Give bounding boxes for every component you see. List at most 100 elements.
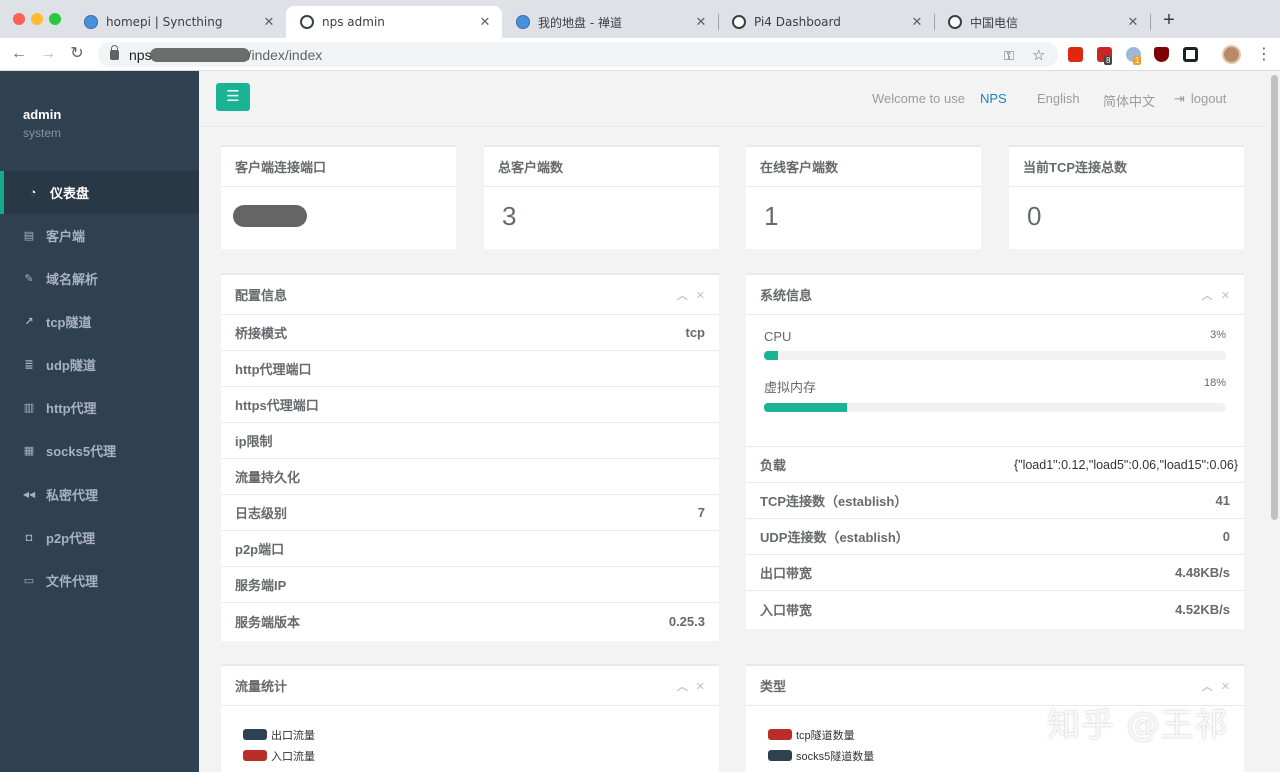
sidebar-user-name[interactable]: admin: [23, 107, 61, 122]
window-maximize-button[interactable]: [49, 13, 61, 25]
close-icon[interactable]: ✕: [1221, 290, 1230, 302]
reload-icon[interactable]: ↻: [66, 43, 88, 65]
tab-close-icon[interactable]: ✕: [262, 15, 276, 30]
row-label: 出口带宽: [760, 566, 813, 581]
legend-label: socks5隧道数量: [796, 750, 875, 763]
tab-close-icon[interactable]: ✕: [1126, 15, 1140, 30]
chevron-up-icon[interactable]: ︿: [1202, 290, 1213, 302]
nps-brand-link[interactable]: NPS: [980, 91, 1007, 106]
more-menu-icon[interactable]: ⋮: [1256, 44, 1272, 64]
browser-toolbar: ← → ↻ nps /index/index ⚿ ☆ 8 1 ⋮: [0, 38, 1280, 71]
row-label: TCP连接数（establish）: [760, 494, 908, 509]
row-label: 服务端IP: [235, 578, 287, 593]
chevron-up-icon[interactable]: ︿: [1202, 681, 1213, 693]
panel-title-text: 流量统计: [235, 679, 288, 694]
globe-icon: [732, 15, 746, 29]
stat-card-online-clients: 在线客户端数 1: [746, 145, 981, 249]
sidebar-item-label: tcp隧道: [46, 315, 92, 330]
panel-title-text: 类型: [760, 679, 787, 694]
profile-avatar[interactable]: [1222, 45, 1241, 64]
sidebar-item-label: 域名解析: [46, 272, 99, 287]
row-value: {"load1":0.12,"load5":0.06,"load15":0.06…: [1013, 457, 1238, 472]
back-arrow-icon[interactable]: ←: [8, 43, 30, 65]
sidebar-item-http-proxy[interactable]: ▥ http代理: [0, 386, 199, 429]
config-row: http代理端口: [221, 351, 719, 387]
sidebar-item-dashboard[interactable]: ◔ 仪表盘: [0, 171, 199, 214]
browser-tab-zentao[interactable]: 我的地盘 - 禅道 ✕: [502, 6, 718, 38]
extension-red-icon[interactable]: 8: [1097, 47, 1113, 65]
row-label: 入口带宽: [760, 602, 813, 618]
row-label: 桥接模式: [235, 326, 288, 341]
row-value: 0.25.3: [668, 613, 705, 629]
row-label: ip限制: [235, 434, 273, 449]
china-flag-extension-icon[interactable]: [1068, 47, 1083, 62]
backward-icon: ◀◀: [22, 490, 36, 499]
extension-globe-icon[interactable]: 1: [1126, 47, 1142, 65]
sidebar-item-tcp-tunnel[interactable]: ↗ tcp隧道: [0, 300, 199, 343]
tab-close-icon[interactable]: ✕: [910, 15, 924, 30]
tab-close-icon[interactable]: ✕: [694, 15, 708, 30]
close-icon[interactable]: ✕: [696, 681, 705, 693]
chevron-up-icon[interactable]: ︿: [677, 681, 688, 693]
row-label: 负载: [760, 458, 787, 473]
sidebar-item-udp-tunnel[interactable]: ≣ udp隧道: [0, 343, 199, 386]
line-chart-icon: ↗: [24, 316, 34, 328]
browser-tab-china-telecom[interactable]: 中国电信 ✕: [934, 6, 1150, 38]
tab-label: nps admin: [322, 15, 385, 29]
progress-label: 虚拟内存: [764, 380, 817, 395]
sidebar-item-file-proxy[interactable]: ▭ 文件代理: [0, 559, 199, 602]
stat-card-total-clients: 总客户端数 3: [484, 145, 719, 249]
window-minimize-button[interactable]: [31, 13, 43, 25]
legend-item: 入口流量: [243, 745, 697, 766]
welcome-text: Welcome to use: [872, 91, 965, 106]
sidebar: admin system ◔ 仪表盘 ▤ 客户端 ✎ 域名解析 ↗ tcp隧道 …: [0, 71, 199, 772]
new-tab-button[interactable]: +: [1159, 10, 1179, 30]
dashboard-icon: ◔: [29, 186, 37, 199]
config-row: p2p端口: [221, 531, 719, 567]
sidebar-item-p2p-proxy[interactable]: ◘ p2p代理: [0, 516, 199, 559]
logout-link[interactable]: ⇥ logout: [1174, 91, 1226, 107]
menu-toggle-button[interactable]: ☰: [216, 83, 250, 111]
extension-square-icon[interactable]: [1183, 47, 1198, 62]
star-icon[interactable]: ☆: [1032, 46, 1045, 64]
address-bar[interactable]: nps /index/index ⚿ ☆: [98, 42, 1058, 67]
key-icon[interactable]: ⚿: [1004, 48, 1014, 64]
sidebar-item-secret-proxy[interactable]: ◀◀ 私密代理: [0, 473, 199, 516]
stat-card-title: 客户端连接端口: [221, 147, 456, 187]
tab-label: 我的地盘 - 禅道: [538, 15, 622, 30]
tab-close-icon[interactable]: ✕: [478, 15, 492, 30]
forward-arrow-icon[interactable]: →: [37, 43, 59, 65]
progress-fill: [764, 403, 848, 412]
legend-label: tcp隧道数量: [796, 729, 855, 742]
sidebar-item-label: p2p代理: [46, 531, 96, 546]
memory-progress-label: 虚拟内存 18%: [764, 377, 1226, 396]
page-scrollbar[interactable]: [1271, 75, 1278, 520]
lang-chinese-link[interactable]: 简体中文: [1103, 91, 1155, 110]
sidebar-item-label: socks5代理: [46, 444, 117, 459]
tab-label: Pi4 Dashboard: [754, 15, 841, 29]
row-value: 4.52KB/s: [1175, 601, 1230, 617]
lang-english-link[interactable]: English: [1037, 91, 1080, 106]
browser-tab-syncthing[interactable]: homepi | Syncthing ✕: [70, 6, 286, 38]
close-icon[interactable]: ✕: [1221, 681, 1230, 693]
system-row: TCP连接数（establish） 41: [746, 483, 1244, 519]
system-row: 出口带宽 4.48KB/s: [746, 555, 1244, 591]
config-row: 日志级别 7: [221, 495, 719, 531]
window-close-button[interactable]: [13, 13, 25, 25]
sidebar-item-socks5-proxy[interactable]: ▦ socks5代理: [0, 429, 199, 472]
legend-item: socks5隧道数量: [768, 745, 1222, 766]
progress-percent: 3%: [1210, 329, 1226, 341]
sidebar-item-clients[interactable]: ▤ 客户端: [0, 214, 199, 257]
table-icon: ▦: [23, 445, 35, 457]
browser-tab-nps-admin[interactable]: nps admin ✕: [286, 6, 502, 38]
sidebar-item-domain-resolve[interactable]: ✎ 域名解析: [0, 257, 199, 300]
file-icon: ▥: [23, 402, 35, 414]
browser-tab-pi4-dashboard[interactable]: Pi4 Dashboard ✕: [718, 6, 934, 38]
system-row: 入口带宽 4.52KB/s: [746, 591, 1244, 627]
chevron-up-icon[interactable]: ︿: [677, 290, 688, 302]
close-icon[interactable]: ✕: [696, 290, 705, 302]
ublock-shield-icon[interactable]: [1154, 47, 1169, 62]
stat-card-value: [221, 187, 456, 248]
row-value: 7: [697, 505, 705, 520]
cpu-progress-bar: [764, 351, 1226, 360]
